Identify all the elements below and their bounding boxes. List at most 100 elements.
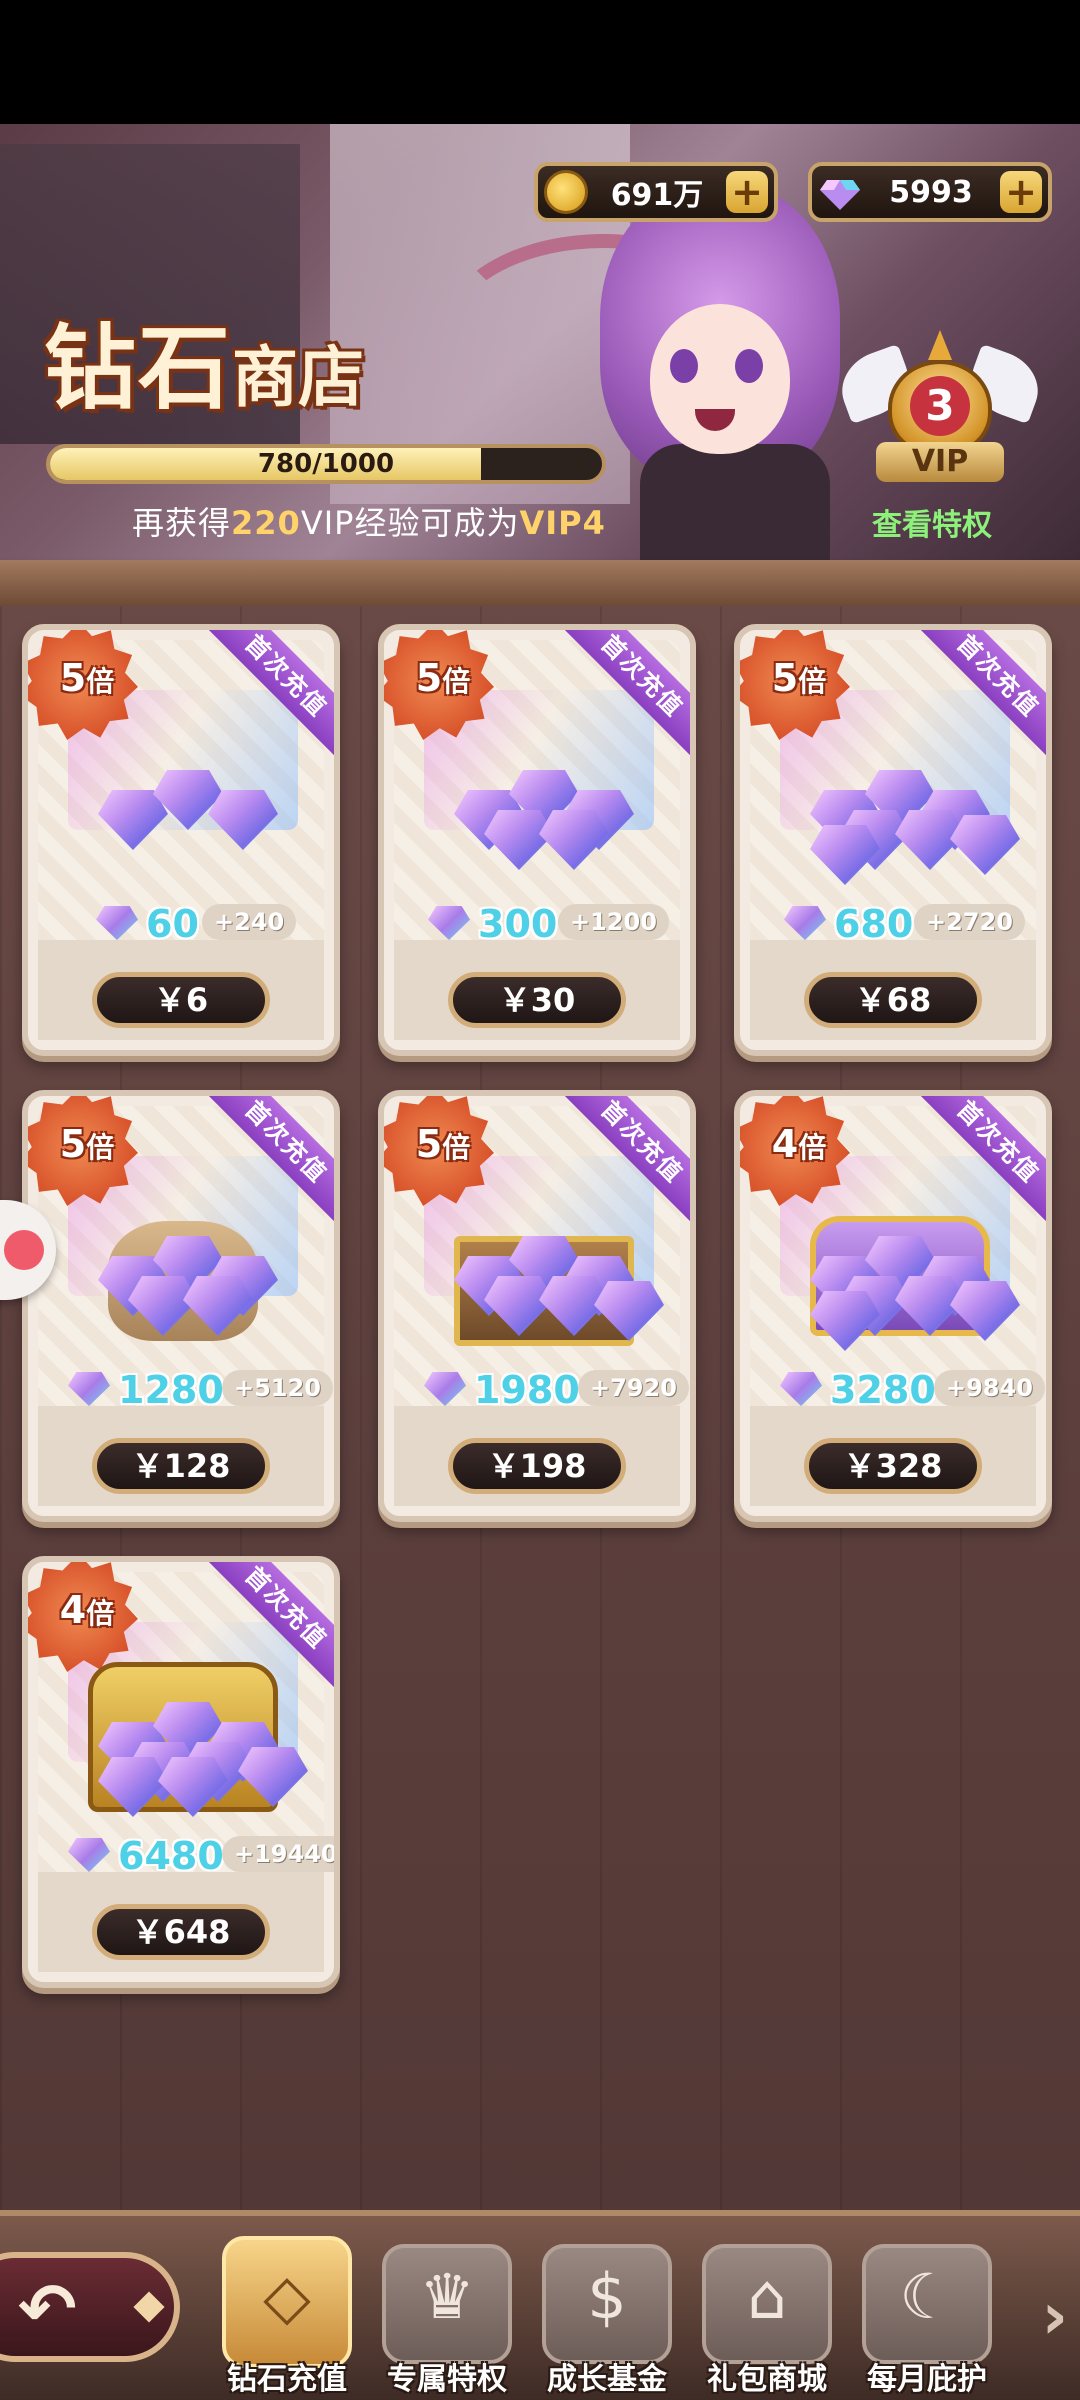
diamond-amount: 680 [834, 902, 914, 946]
multiplier-unit: 倍 [798, 1131, 827, 1164]
nav-item-label: 专属特权 [387, 2362, 507, 2397]
diamond-balance: 5993 + [808, 162, 1052, 222]
diamond-amount-row: 300 +1200 [384, 900, 690, 946]
multiplier-unit: 倍 [442, 1131, 471, 1164]
diamond-pack-card[interactable]: 首次充值 5倍 1980 +7920 ￥198 [378, 1090, 696, 1522]
price-button[interactable]: ￥6 [92, 972, 270, 1028]
nav-item-label: 每月庇护 [867, 2362, 987, 2397]
diamond-amount: 60 [146, 902, 199, 946]
back-arrow-icon: ↶ [18, 2268, 77, 2350]
chevron-right-icon[interactable]: › [1042, 2280, 1068, 2354]
price-button[interactable]: ￥128 [92, 1438, 270, 1494]
nav-item[interactable]: $ 成长基金 [532, 2236, 682, 2397]
add-diamonds-button[interactable]: + [1000, 171, 1042, 213]
vip-upgrade-message: 再获得220VIP经验可成为VIP4 [132, 498, 606, 544]
coin-icon [544, 170, 588, 214]
diamond-icon [428, 906, 470, 940]
bonus-amount: +19440 [222, 1836, 334, 1872]
character-eye [735, 349, 763, 383]
view-privileges-link[interactable]: 查看特权 [872, 500, 992, 544]
diamond-icon [68, 1372, 110, 1406]
diamond-icon [208, 790, 278, 850]
coin-balance: 691万 + [534, 162, 778, 222]
diamond-pack-card[interactable]: 首次充值 4倍 6480 +19440 ￥648 [22, 1556, 340, 1988]
price-button[interactable]: ￥198 [448, 1438, 626, 1494]
multiplier-label: 5倍 [388, 1122, 498, 1166]
diamond-amount: 3280 [830, 1368, 936, 1412]
diamond-amount-row: 1280 +5120 [28, 1366, 334, 1412]
diamond-pack-card[interactable]: 首次充值 5倍 1280 +5120 ￥128 [22, 1090, 340, 1522]
shelf-ledge [0, 560, 1080, 606]
diamond-amount: 5993 [889, 174, 973, 210]
nav-item[interactable]: ♛ 专属特权 [372, 2236, 522, 2397]
diamond-pack-card[interactable]: 首次充值 5倍 60 +240 ￥6 [22, 624, 340, 1056]
multiplier-unit: 倍 [798, 665, 827, 698]
diamond-amount: 6480 [118, 1834, 224, 1878]
diamond-pack-card[interactable]: 首次充值 5倍 680 +2720 ￥68 [734, 624, 1052, 1056]
diamond-icon [820, 180, 860, 210]
nav-item[interactable]: ☾ 每月庇护 [852, 2236, 1002, 2397]
diamond-icon [153, 770, 223, 830]
diamond-amount: 300 [478, 902, 558, 946]
price-button[interactable]: ￥328 [804, 1438, 982, 1494]
shop-banner: 钻石商店 691万 + 5993 + 780/1000 再获得220VIP经验可… [0, 124, 1080, 560]
diamond-icon [424, 1372, 466, 1406]
multiplier-unit: 倍 [86, 1131, 115, 1164]
multiplier-label: 5倍 [32, 656, 142, 700]
multiplier-label: 5倍 [744, 656, 854, 700]
diamond-dot-icon [133, 2291, 165, 2323]
multiplier-label: 4倍 [744, 1122, 854, 1166]
diamond-pile-icon [454, 770, 634, 870]
character-eye [670, 349, 698, 383]
multiplier-label: 5倍 [32, 1122, 142, 1166]
bonus-amount: +240 [202, 904, 297, 940]
gamepad-icon [4, 1230, 44, 1270]
nav-item[interactable]: ◇ 钻石充值 [212, 2236, 362, 2397]
bonus-amount: +5120 [222, 1370, 333, 1406]
vip-badge[interactable]: 3 VIP [831, 324, 1049, 504]
diamond-icon [784, 906, 826, 940]
add-coins-button[interactable]: + [726, 171, 768, 213]
multiplier-label: 5倍 [388, 656, 498, 700]
diamond-pile-icon [810, 1236, 1020, 1351]
back-button[interactable]: ↶ [0, 2252, 180, 2362]
price-button[interactable]: ￥648 [92, 1904, 270, 1960]
diamond-pile-icon [98, 1236, 278, 1336]
character-face [650, 304, 790, 454]
bonus-amount: +7920 [578, 1370, 689, 1406]
diamond-amount-row: 6480 +19440 [28, 1832, 334, 1878]
nav-item-label: 成长基金 [547, 2362, 667, 2397]
multiplier-unit: 倍 [442, 665, 471, 698]
multiplier-value: 5 [415, 656, 443, 700]
diamond-amount: 1280 [118, 1368, 224, 1412]
multiplier-value: 5 [771, 656, 799, 700]
nav-item-label: 礼包商城 [707, 2362, 827, 2397]
store-icon: ⌂ [747, 2260, 787, 2333]
moon-star-icon: ☾ [899, 2260, 955, 2333]
vip-msg-mid: VIP经验可成为 [300, 504, 520, 542]
page-title-sub: 商店 [232, 338, 365, 416]
diamond-pile-icon [810, 770, 1020, 885]
diamond-pile-icon [98, 770, 278, 860]
price-button[interactable]: ￥30 [448, 972, 626, 1028]
diamond-amount-row: 3280 +9840 [740, 1366, 1046, 1412]
bonus-amount: +9840 [934, 1370, 1045, 1406]
vip-level: 3 [910, 376, 970, 436]
bonus-amount: +2720 [914, 904, 1025, 940]
multiplier-label: 4倍 [32, 1588, 142, 1632]
coin-amount: 691万 [610, 178, 704, 213]
diamond-pile-icon [454, 1236, 664, 1341]
vip-label: VIP [876, 442, 1004, 482]
diamond-pack-card[interactable]: 首次充值 5倍 300 +1200 ￥30 [378, 624, 696, 1056]
diamond-amount-row: 1980 +7920 [384, 1366, 690, 1412]
nav-item[interactable]: ⌂ 礼包商城 [692, 2236, 842, 2397]
page-title-main: 钻石 [44, 314, 233, 422]
character-body [640, 444, 830, 560]
bonus-amount: +1200 [558, 904, 669, 940]
price-button[interactable]: ￥68 [804, 972, 982, 1028]
crown-icon: ♛ [419, 2260, 475, 2333]
multiplier-value: 4 [771, 1122, 799, 1166]
diamond-amount-row: 60 +240 [28, 900, 334, 946]
diamond-pack-card[interactable]: 首次充值 4倍 3280 +9840 ￥328 [734, 1090, 1052, 1522]
status-bar [0, 0, 1080, 124]
